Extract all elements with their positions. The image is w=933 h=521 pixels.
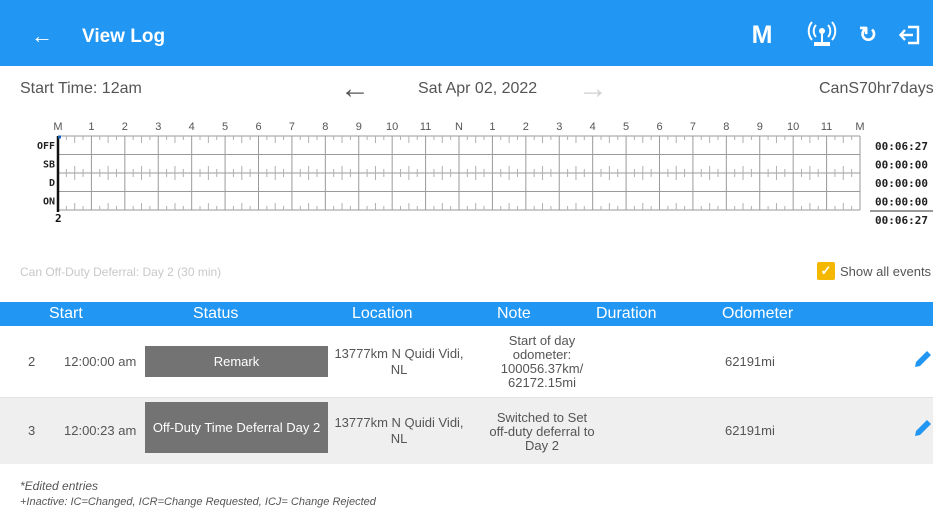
log-date: Sat Apr 02, 2022 [418,80,538,97]
row-status: Remark [145,346,328,377]
edited-entries-footnote: *Edited entries [20,479,99,493]
graph-canvas: M 1 2 3 4 5 6 7 8 9 10 11 N 1 2 3 4 5 6 7 8 9 10 11 MOFFSBDON200… [37,121,933,227]
app-bar: ← View Log M ↻ [0,0,933,66]
edit-pencil-icon[interactable] [912,348,933,370]
hour-label: 9 [757,121,763,133]
events-table-header: Start Status Location Note Duration Odom… [0,302,933,326]
row-location: 13777km N Quidi Vidi, NL [334,415,464,446]
status-total: 00:00:00 [875,177,928,190]
hour-label: 7 [289,121,295,133]
hour-label: 8 [322,121,328,133]
column-duration: Duration [596,305,657,322]
deferral-note: Can Off-Duty Deferral: Day 2 (30 min) [20,265,222,279]
inactive-legend-footnote: +Inactive: IC=Changed, ICR=Change Reques… [20,496,376,508]
back-arrow-icon[interactable]: ← [28,22,56,50]
row-note: Start of day odometer: 100056.37km/ 6217… [500,333,584,390]
hour-label: N [455,121,463,133]
hour-label: 11 [821,121,832,133]
hour-label: 2 [523,121,529,133]
status-row-label: SB [43,160,55,171]
next-day-arrow-icon: → [578,72,608,105]
status-total: 00:00:00 [875,196,928,209]
hour-label: 2 [122,121,128,133]
status-row-label: ON [43,197,55,208]
hour-label: 10 [386,121,398,133]
hour-label: M [855,121,864,133]
hour-label: 4 [189,121,195,133]
row-note: Switched to Set off-duty deferral to Day… [489,410,595,453]
previous-day-arrow-icon[interactable]: ← [340,73,370,105]
hour-label: 5 [222,121,228,133]
hour-label: 7 [690,121,696,133]
cycle-rule: CanS70hr7days [819,80,933,97]
hour-label: 11 [420,121,431,133]
row-start-time: 12:00:00 am [64,354,137,369]
logout-icon[interactable] [896,18,926,52]
event-marker-label: 2 [55,212,62,225]
row-location: 13777km N Quidi Vidi, NL [334,346,464,377]
hour-label: 1 [88,121,94,133]
hour-label: 5 [623,121,629,133]
column-odometer: Odometer [722,305,794,322]
hour-label: 6 [255,121,261,133]
row-start-time: 12:00:23 am [64,423,137,438]
table-row[interactable]: 3 12:00:23 am Off-Duty Time Deferral Day… [0,397,933,464]
hour-label: 8 [723,121,729,133]
show-all-events-toggle[interactable]: ✓ Show all events [817,262,931,280]
m-button[interactable]: M [746,18,778,52]
status-row-label: D [49,178,55,189]
table-row[interactable]: 2 12:00:00 am Remark 13777km N Quidi Vid… [0,329,933,396]
hour-label: 1 [489,121,495,133]
start-time-label: Start Time: 12am [20,80,142,97]
edit-pencil-icon[interactable] [912,417,933,439]
row-number: 3 [28,423,36,438]
column-location: Location [352,305,413,322]
date-navigation-bar: Start Time: 12am ← Sat Apr 02, 2022 → Ca… [0,66,933,114]
row-status: Off-Duty Time Deferral Day 2 [145,402,328,453]
page-title: View Log [82,26,166,47]
column-note: Note [497,305,531,322]
wifi-broadcast-icon[interactable] [806,18,838,52]
hour-label: 3 [556,121,562,133]
hour-label: 3 [155,121,161,133]
duty-status-graph: M 1 2 3 4 5 6 7 8 9 10 11 N 1 2 3 4 5 6 7 8 9 10 11 M OFF SB D ON 2 00… [0,116,933,256]
row-odometer: 62191mi [725,354,775,369]
grand-total: 00:06:27 [875,214,928,227]
show-all-events-label: Show all events [840,263,932,279]
status-row-label: OFF [37,141,55,152]
status-total: 00:00:00 [875,159,928,172]
row-number: 2 [28,354,36,369]
hour-label: 10 [787,121,799,133]
hour-label: M [53,121,62,133]
column-start: Start [49,305,83,322]
column-status: Status [193,305,239,322]
refresh-icon[interactable]: ↻ [852,18,884,52]
row-odometer: 62191mi [725,423,775,438]
hour-label: 6 [656,121,662,133]
hour-label: 4 [590,121,596,133]
status-total: 00:06:27 [875,140,928,153]
hour-label: 9 [356,121,362,133]
checkbox-checked-icon[interactable]: ✓ [817,262,835,280]
